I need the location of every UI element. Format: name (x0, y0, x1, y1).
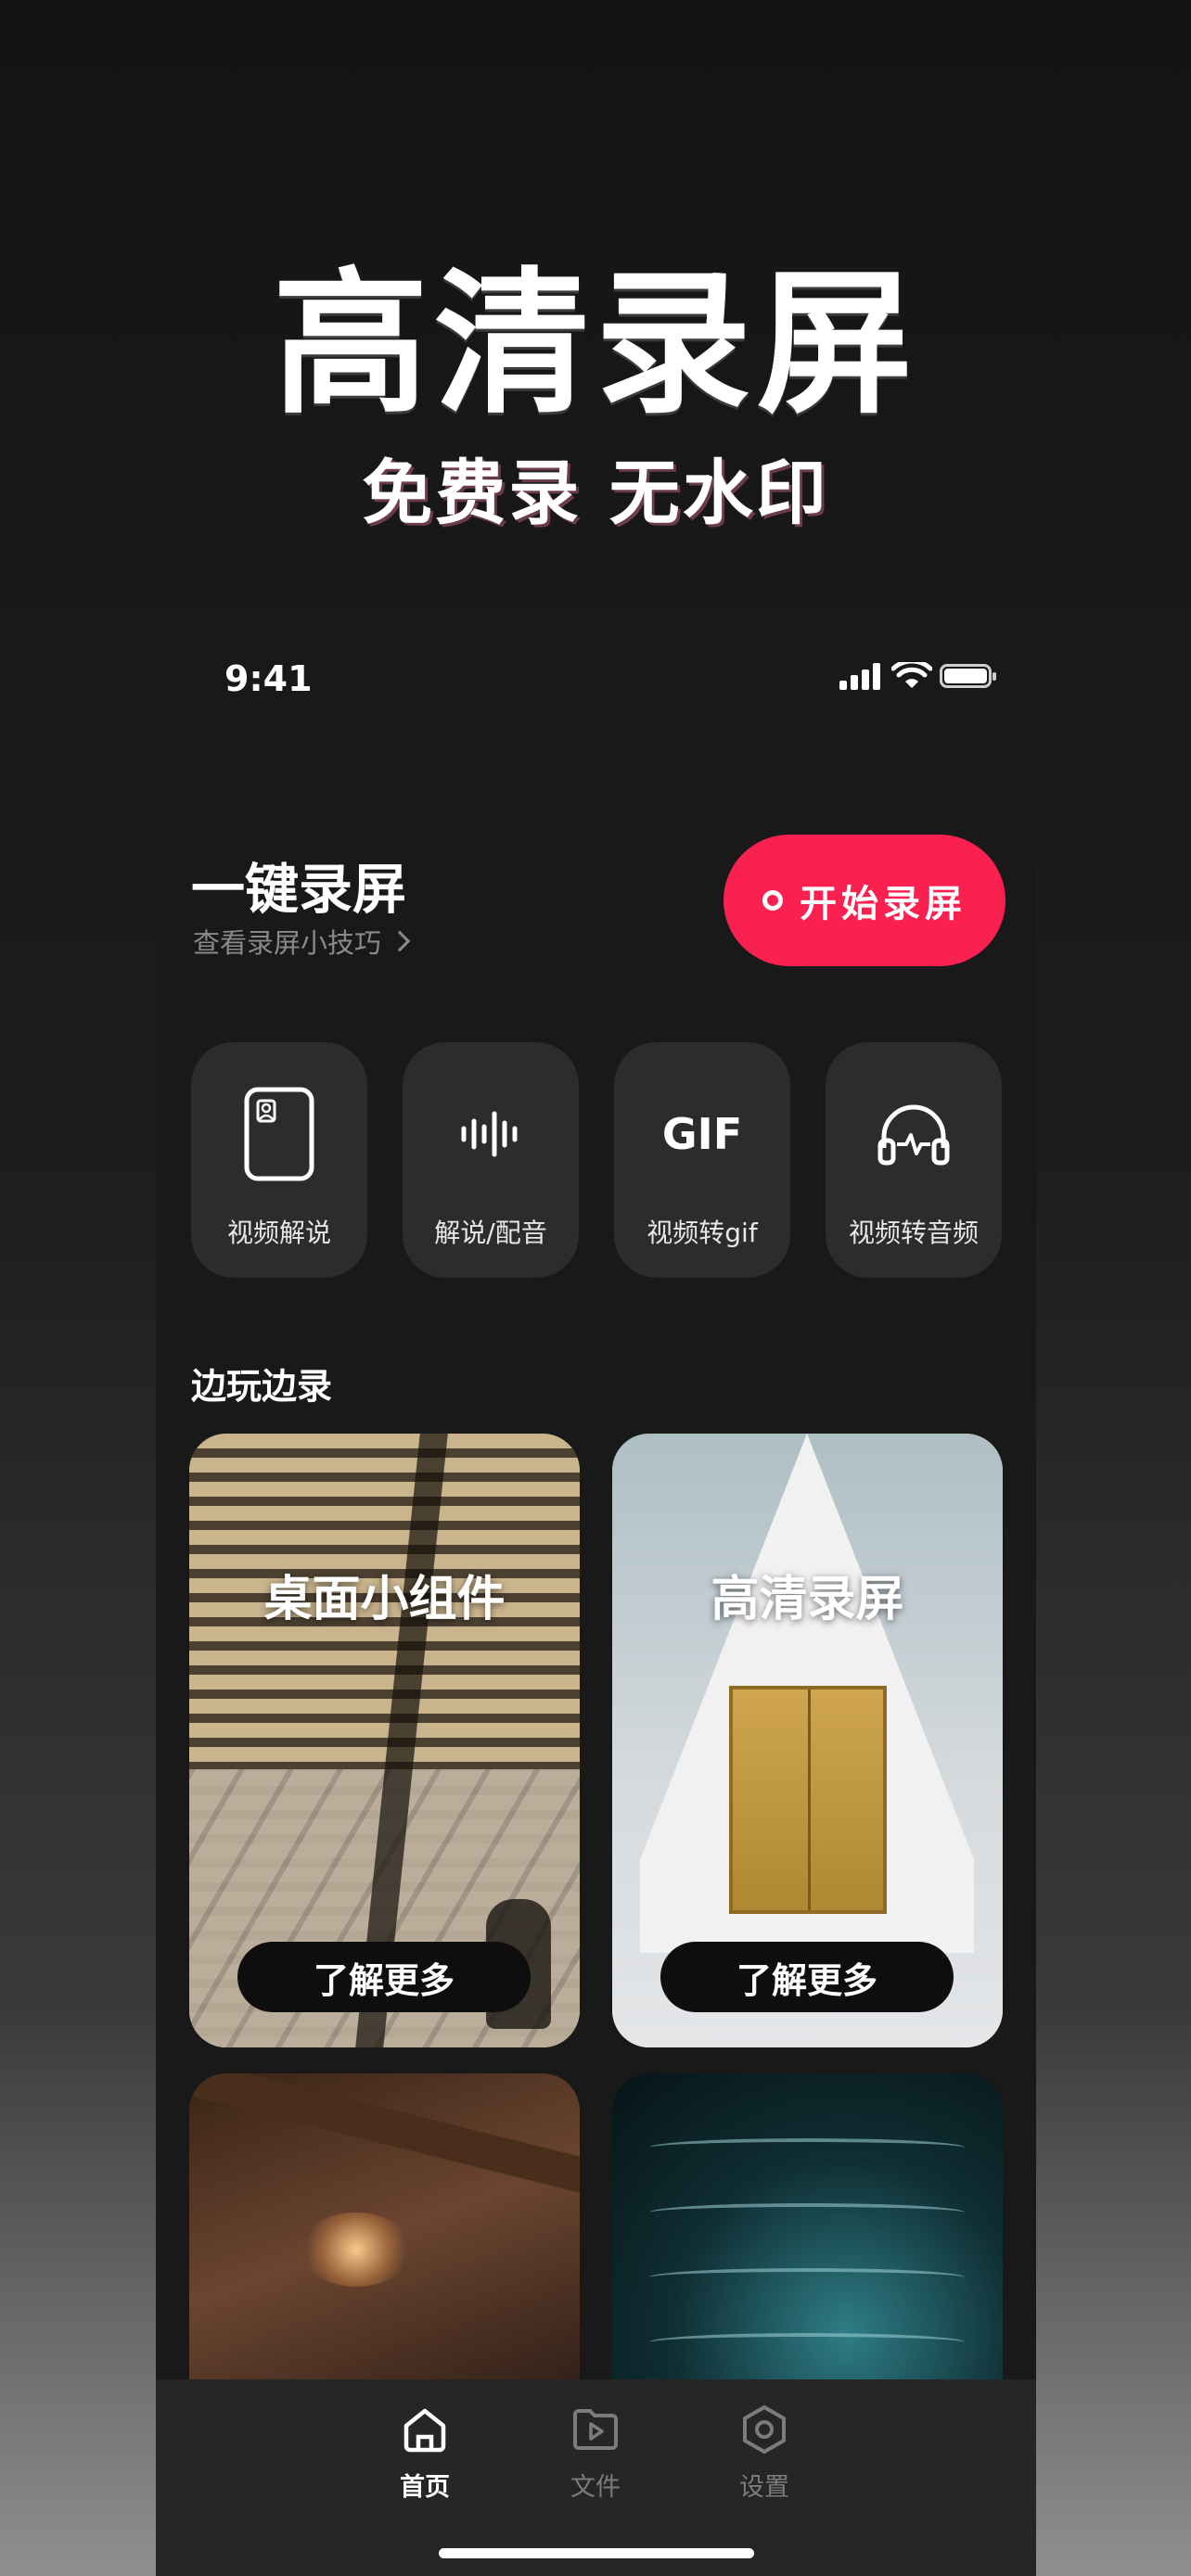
card-title: 高清录屏 (711, 1572, 904, 1627)
hero-title: 高清录屏 (273, 253, 918, 435)
wifi-icon (891, 662, 932, 688)
tool-video-to-gif[interactable]: GIF 视频转gif (614, 1042, 790, 1278)
learn-more-button[interactable]: 了解更多 (237, 1942, 531, 2012)
status-time: 9:41 (224, 658, 313, 699)
tab-label: 文件 (570, 2473, 621, 2502)
tool-video-to-audio[interactable]: 视频转音频 (826, 1042, 1002, 1278)
tool-grid: 视频解说 解说/配音 GIF 视频转gif 视频转音频 (191, 1042, 1002, 1280)
feature-card-hd-recording[interactable]: 高清录屏 了解更多 (612, 1434, 1003, 2047)
start-recording-label: 开始录屏 (800, 883, 967, 925)
card-title: 桌面小组件 (263, 1572, 506, 1627)
tab-settings[interactable]: 设置 (709, 2404, 820, 2515)
tab-label: 设置 (739, 2473, 789, 2502)
card-image (301, 2213, 412, 2287)
status-icons (839, 662, 996, 690)
home-indicator[interactable] (439, 2548, 754, 2558)
phone-portrait-icon (244, 1087, 314, 1181)
tab-label: 首页 (400, 2473, 450, 2502)
sound-wave-icon (461, 1111, 518, 1157)
tool-label: 视频解说 (226, 1218, 331, 1248)
phone-screen: 9:41 一键录屏 查看录屏小技巧 开始录屏 视频解说 解说/配音 GIF 视频… (156, 627, 1036, 2576)
record-title: 一键录屏 (191, 858, 407, 921)
tool-label: 视频转音频 (848, 1218, 979, 1248)
section-title: 边玩边录 (191, 1366, 333, 1407)
feature-card-desktop-widget[interactable]: 桌面小组件 了解更多 (189, 1434, 580, 2047)
battery-icon (940, 664, 996, 688)
video-file-icon (573, 2409, 618, 2450)
record-dot-icon (762, 890, 783, 911)
chevron-right-icon (389, 930, 411, 952)
settings-icon (743, 2405, 786, 2454)
tips-link-label: 查看录屏小技巧 (193, 927, 382, 959)
start-recording-button[interactable]: 开始录屏 (724, 835, 1005, 966)
hero-subtitle: 免费录 无水印 (362, 452, 829, 534)
tips-link[interactable]: 查看录屏小技巧 (193, 922, 411, 961)
cellular-signal-icon (839, 662, 882, 690)
headphones-icon (877, 1104, 950, 1166)
learn-more-button[interactable]: 了解更多 (660, 1942, 954, 2012)
gif-icon: GIF (661, 1109, 743, 1159)
tool-commentary-dubbing[interactable]: 解说/配音 (403, 1042, 579, 1278)
tab-bar: 首页 文件 设置 (156, 2379, 1036, 2576)
tool-label: 视频转gif (647, 1218, 758, 1248)
tab-files[interactable]: 文件 (540, 2404, 651, 2515)
tab-home[interactable]: 首页 (369, 2404, 480, 2515)
tool-label: 解说/配音 (434, 1218, 547, 1248)
home-icon (403, 2408, 446, 2453)
tool-video-commentary[interactable]: 视频解说 (191, 1042, 367, 1278)
